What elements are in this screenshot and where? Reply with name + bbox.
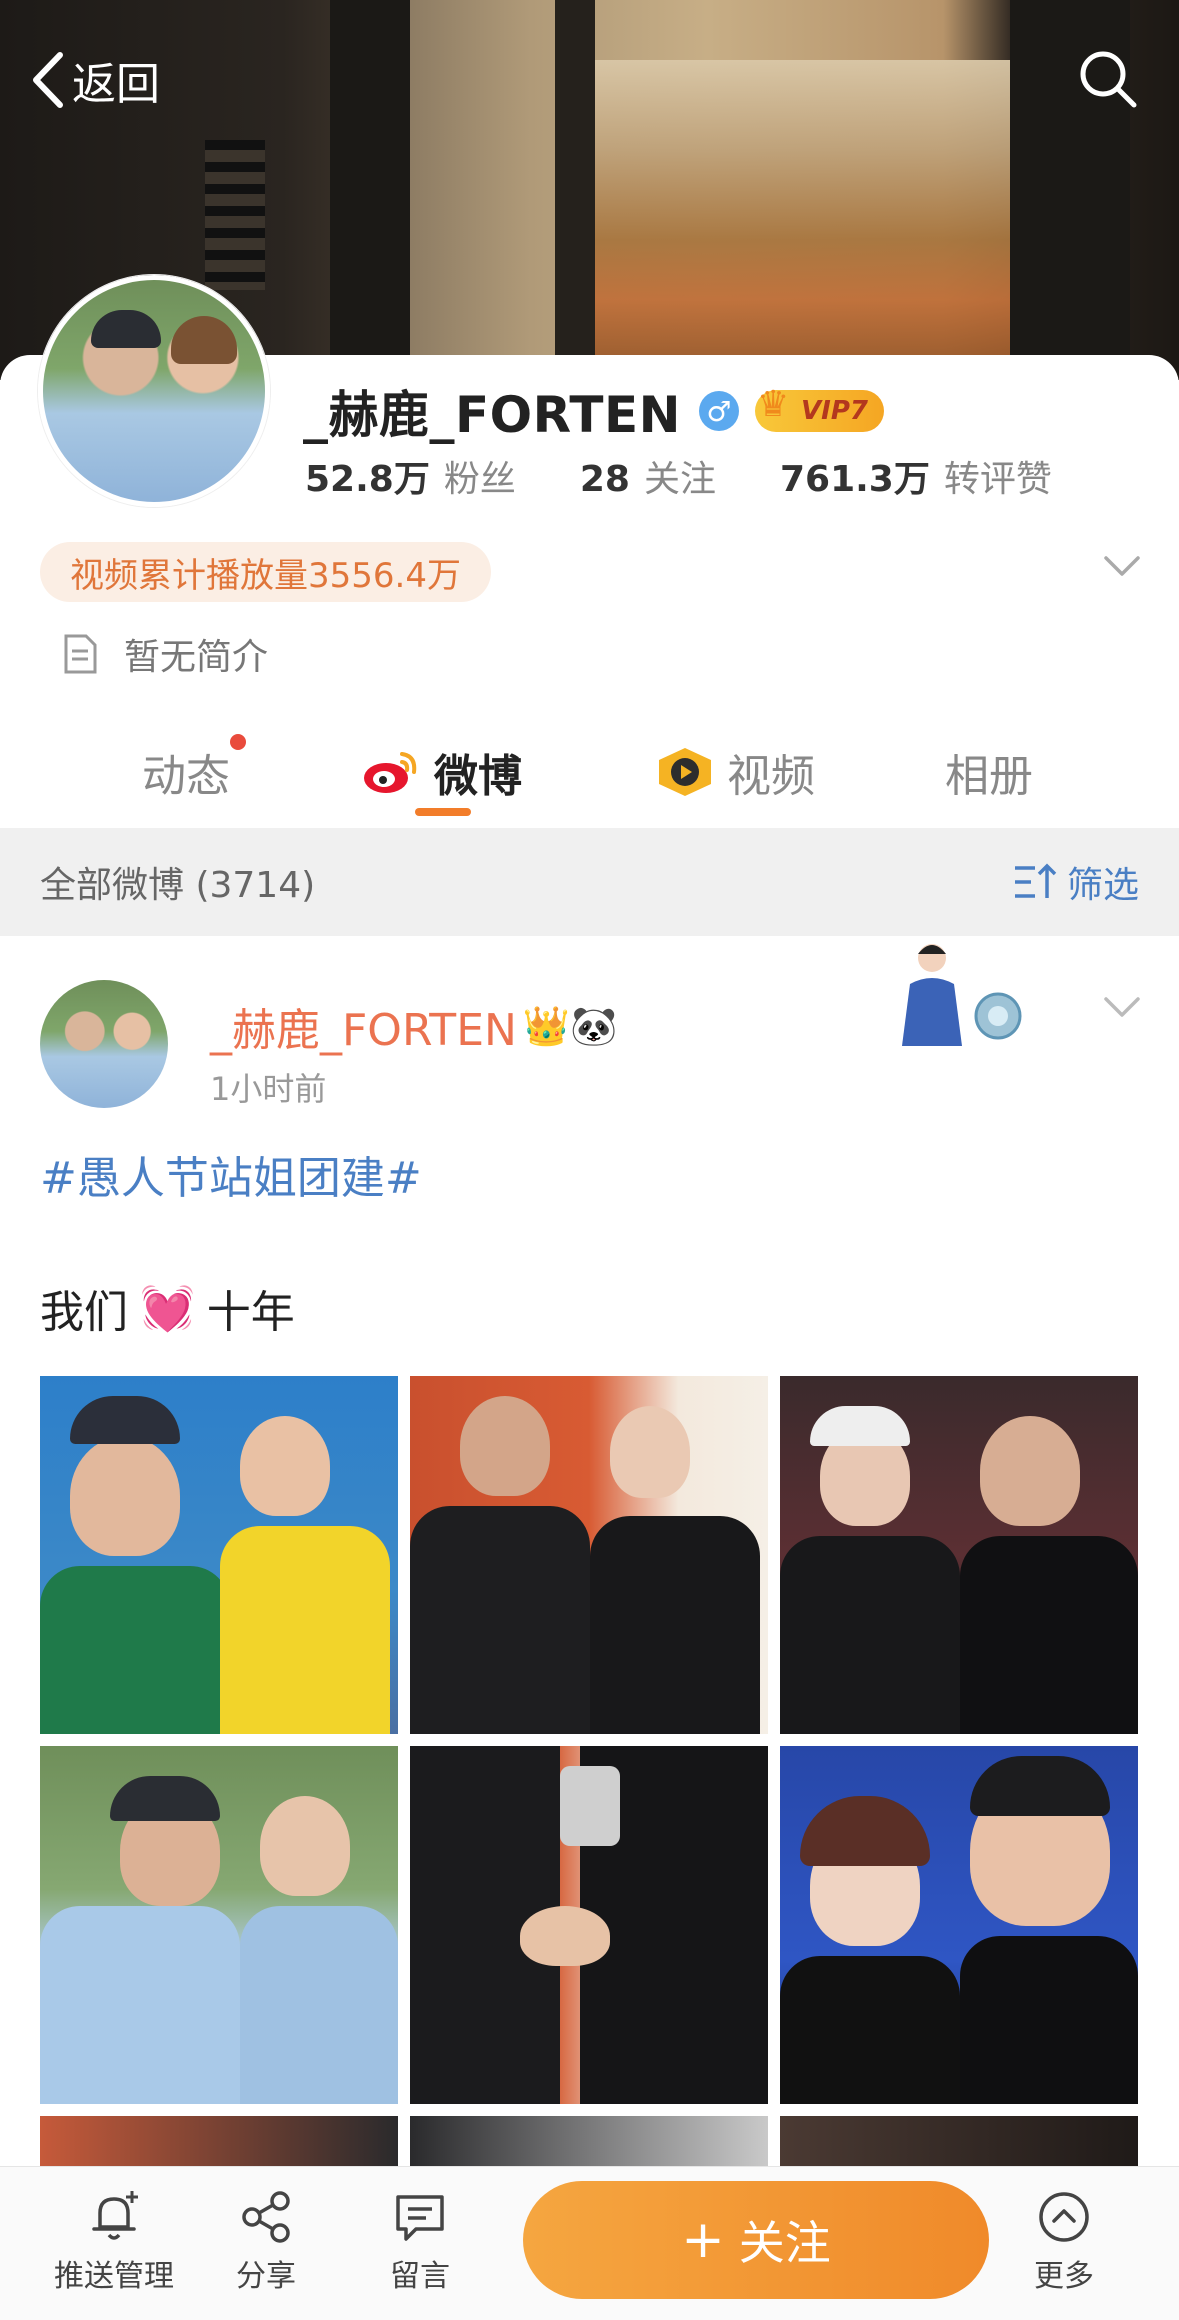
- tab-video[interactable]: 视频: [655, 740, 815, 804]
- post-author-name: _赫鹿_FORTEN: [210, 1005, 517, 1056]
- stat-value: 52.8万: [305, 459, 430, 500]
- more-button[interactable]: 更多: [994, 2189, 1134, 2295]
- post-photo[interactable]: [40, 1376, 398, 1734]
- share-icon: [242, 2191, 290, 2243]
- post-hashtag[interactable]: #愚人节站姐团建#: [40, 1142, 422, 1206]
- feed-title: 全部微博 (3714): [40, 865, 316, 906]
- post-photo[interactable]: [40, 2116, 398, 2166]
- post-text: 我们 💓 十年: [40, 1276, 295, 1340]
- tab-label: 相册: [945, 751, 1033, 802]
- tab-label: 动态: [142, 751, 230, 802]
- post-text-end: 十年: [206, 1287, 295, 1338]
- vip-badge[interactable]: ♛ VIP7: [755, 384, 884, 432]
- chevron-up-circle-icon: [1039, 2192, 1089, 2242]
- follow-button[interactable]: + 关注: [523, 2181, 989, 2299]
- expand-profile-button[interactable]: [1103, 555, 1141, 581]
- post-timestamp: 1小时前: [210, 1070, 327, 1108]
- post-photo[interactable]: [410, 1376, 768, 1734]
- stat-interactions[interactable]: 761.3万 转评赞: [780, 450, 1052, 502]
- feed-header: 全部微博 (3714) 筛选: [0, 828, 1179, 936]
- plus-icon: +: [681, 2210, 725, 2270]
- search-icon: [1080, 51, 1137, 108]
- crown-icon: ♛: [757, 384, 790, 425]
- profile-name-row: _赫鹿_FORTEN ♂ ♛ VIP7: [303, 375, 884, 447]
- stat-followers[interactable]: 52.8万 粉丝: [305, 450, 516, 502]
- message-label: 留言: [390, 2259, 450, 2294]
- male-icon: ♂: [699, 391, 740, 431]
- search-button[interactable]: [1077, 48, 1139, 114]
- weibo-post: _赫鹿_FORTEN 👑🐼 1小时前 #愚人节站姐团建# 我们 💓 十年: [0, 936, 1179, 2166]
- chevron-down-icon: [1104, 997, 1140, 1017]
- filter-icon: [1014, 863, 1057, 898]
- tab-activity[interactable]: 动态: [142, 734, 246, 804]
- stat-label: 关注: [643, 459, 716, 500]
- vip-label: VIP7: [801, 396, 868, 426]
- post-photo[interactable]: [410, 1746, 768, 2104]
- message-button[interactable]: 留言: [350, 2189, 490, 2295]
- share-label: 分享: [236, 2259, 296, 2294]
- chat-bubble-icon: [396, 2195, 444, 2241]
- post-photo[interactable]: [780, 1376, 1138, 1734]
- stat-label: 转评赞: [943, 459, 1052, 500]
- profile-avatar[interactable]: [38, 275, 270, 507]
- tab-weibo[interactable]: 微博: [362, 740, 522, 804]
- follow-label: 关注: [738, 2216, 831, 2270]
- share-button[interactable]: 分享: [196, 2189, 336, 2295]
- post-photo[interactable]: [410, 2116, 768, 2166]
- notification-dot: [230, 734, 246, 750]
- video-plays-badge[interactable]: 视频累计播放量3556.4万: [40, 542, 491, 602]
- push-settings-label: 推送管理: [54, 2259, 174, 2294]
- profile-stats: 52.8万 粉丝 28 关注 761.3万 转评赞: [305, 450, 1116, 502]
- decoration-figure-icon: [902, 944, 1022, 1046]
- document-icon: [64, 634, 97, 674]
- profile-tabs: 动态 微博 视频 相册: [0, 715, 1179, 825]
- back-label: 返回: [72, 59, 160, 110]
- bottom-action-bar: 推送管理 分享 留言 + 关注 更多: [0, 2166, 1179, 2320]
- stat-value: 761.3万: [779, 459, 930, 500]
- post-author-row[interactable]: _赫鹿_FORTEN 👑🐼: [210, 994, 618, 1058]
- heart-emoji-icon: 💓: [140, 1283, 195, 1334]
- post-photo[interactable]: [780, 1746, 1138, 2104]
- chevron-down-icon: [1104, 556, 1140, 576]
- active-tab-indicator: [415, 808, 471, 816]
- bell-plus-icon: [92, 2191, 138, 2240]
- profile-username: _赫鹿_FORTEN: [303, 386, 682, 444]
- stat-following[interactable]: 28 关注: [580, 450, 716, 502]
- author-badge-emojis: 👑🐼: [522, 1003, 618, 1048]
- stat-label: 粉丝: [443, 459, 516, 500]
- filter-label: 筛选: [1066, 865, 1139, 906]
- post-photo[interactable]: [40, 1746, 398, 2104]
- post-photo[interactable]: [780, 2116, 1138, 2166]
- stat-value: 28: [579, 459, 630, 500]
- back-button[interactable]: 返回: [30, 48, 160, 112]
- tab-label: 视频: [727, 751, 815, 802]
- tab-label: 微博: [434, 751, 522, 802]
- chevron-left-icon: [33, 52, 63, 108]
- bio-text: 暂无简介: [124, 637, 269, 678]
- post-text-start: 我们: [40, 1287, 128, 1338]
- bio-row: 暂无简介: [62, 628, 268, 680]
- post-author-avatar[interactable]: [40, 980, 168, 1108]
- tab-album[interactable]: 相册: [945, 740, 1033, 804]
- filter-button[interactable]: 筛选: [1013, 856, 1139, 908]
- more-label: 更多: [1034, 2259, 1094, 2294]
- post-menu-button[interactable]: [1103, 996, 1141, 1022]
- push-settings-button[interactable]: 推送管理: [44, 2189, 184, 2295]
- weibo-icon: [364, 752, 417, 793]
- video-play-icon: [659, 748, 711, 796]
